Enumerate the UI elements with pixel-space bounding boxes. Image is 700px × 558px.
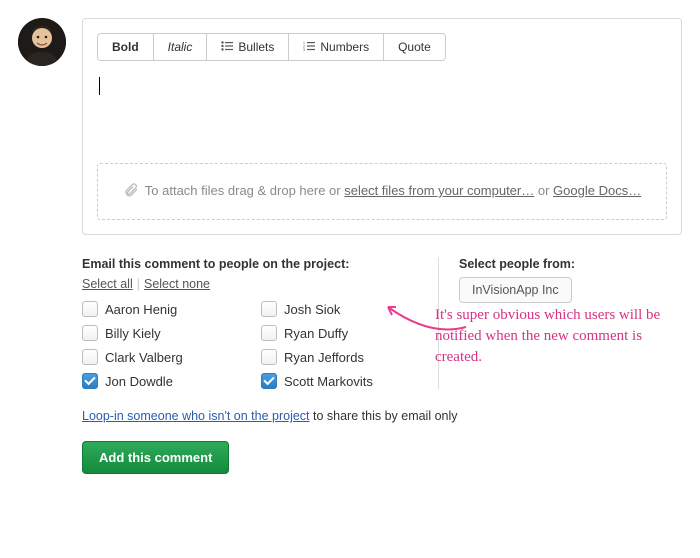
annotation-text: It's super obvious which users will be n… bbox=[435, 305, 665, 368]
person-name: Josh Siok bbox=[284, 302, 340, 317]
loop-in-suffix: to share this by email only bbox=[310, 409, 458, 423]
company-label: Select people from: bbox=[459, 257, 682, 271]
text-cursor bbox=[99, 77, 100, 95]
paperclip-icon bbox=[123, 182, 139, 201]
person-checkbox[interactable]: Aaron Henig bbox=[82, 301, 251, 317]
add-comment-button[interactable]: Add this comment bbox=[82, 441, 229, 474]
email-notify-panel: Email this comment to people on the proj… bbox=[82, 257, 430, 389]
comment-textarea[interactable] bbox=[97, 73, 667, 163]
people-grid: Aaron Henig Josh Siok Billy Kiely Ryan Duff… bbox=[82, 301, 430, 389]
italic-button[interactable]: Italic bbox=[154, 34, 208, 60]
checkbox-icon bbox=[82, 325, 98, 341]
company-panel: Select people from: InVisionApp Inc It's… bbox=[438, 257, 682, 389]
person-checkbox[interactable]: Billy Kiely bbox=[82, 325, 251, 341]
svg-text:3: 3 bbox=[303, 48, 305, 51]
dropzone-text-prefix: To attach files drag & drop here or bbox=[145, 183, 344, 198]
numbers-button[interactable]: 123 Numbers bbox=[289, 34, 384, 60]
separator: | bbox=[137, 277, 140, 291]
select-all-link[interactable]: Select all bbox=[82, 277, 133, 291]
bullets-label: Bullets bbox=[238, 40, 274, 54]
person-name: Ryan Jeffords bbox=[284, 350, 364, 365]
checkbox-icon bbox=[82, 373, 98, 389]
bullets-icon bbox=[221, 41, 233, 54]
person-name: Scott Markovits bbox=[284, 374, 373, 389]
person-checkbox[interactable]: Josh Siok bbox=[261, 301, 430, 317]
person-checkbox[interactable]: Jon Dowdle bbox=[82, 373, 251, 389]
person-checkbox[interactable]: Ryan Duffy bbox=[261, 325, 430, 341]
quote-button[interactable]: Quote bbox=[384, 34, 445, 60]
person-checkbox[interactable]: Scott Markovits bbox=[261, 373, 430, 389]
avatar bbox=[18, 18, 66, 66]
loop-in-row: Loop-in someone who isn't on the project… bbox=[82, 409, 682, 423]
google-docs-link[interactable]: Google Docs… bbox=[553, 183, 641, 198]
person-name: Jon Dowdle bbox=[105, 374, 173, 389]
person-name: Clark Valberg bbox=[105, 350, 183, 365]
person-name: Ryan Duffy bbox=[284, 326, 348, 341]
comment-form: Bold Italic Bullets 123 Numbers Quote bbox=[82, 18, 682, 474]
company-pill[interactable]: InVisionApp Inc bbox=[459, 277, 572, 303]
select-none-link[interactable]: Select none bbox=[144, 277, 210, 291]
dropzone-or: or bbox=[534, 183, 553, 198]
checkbox-icon bbox=[82, 301, 98, 317]
person-name: Aaron Henig bbox=[105, 302, 177, 317]
bold-button[interactable]: Bold bbox=[98, 34, 154, 60]
select-links: Select all | Select none bbox=[82, 277, 430, 291]
checkbox-icon bbox=[261, 301, 277, 317]
loop-in-link[interactable]: Loop-in someone who isn't on the project bbox=[82, 409, 310, 423]
person-checkbox[interactable]: Ryan Jeffords bbox=[261, 349, 430, 365]
person-name: Billy Kiely bbox=[105, 326, 161, 341]
numbers-label: Numbers bbox=[320, 40, 369, 54]
checkbox-icon bbox=[261, 349, 277, 365]
checkbox-icon bbox=[261, 373, 277, 389]
checkbox-icon bbox=[82, 349, 98, 365]
person-checkbox[interactable]: Clark Valberg bbox=[82, 349, 251, 365]
attachment-dropzone[interactable]: To attach files drag & drop here or sele… bbox=[97, 163, 667, 220]
toolbar: Bold Italic Bullets 123 Numbers Quote bbox=[97, 33, 446, 61]
numbers-icon: 123 bbox=[303, 41, 315, 54]
bullets-button[interactable]: Bullets bbox=[207, 34, 289, 60]
email-notify-label: Email this comment to people on the proj… bbox=[82, 257, 430, 271]
editor-box: Bold Italic Bullets 123 Numbers Quote bbox=[82, 18, 682, 235]
checkbox-icon bbox=[261, 325, 277, 341]
select-files-link[interactable]: select files from your computer… bbox=[344, 183, 534, 198]
